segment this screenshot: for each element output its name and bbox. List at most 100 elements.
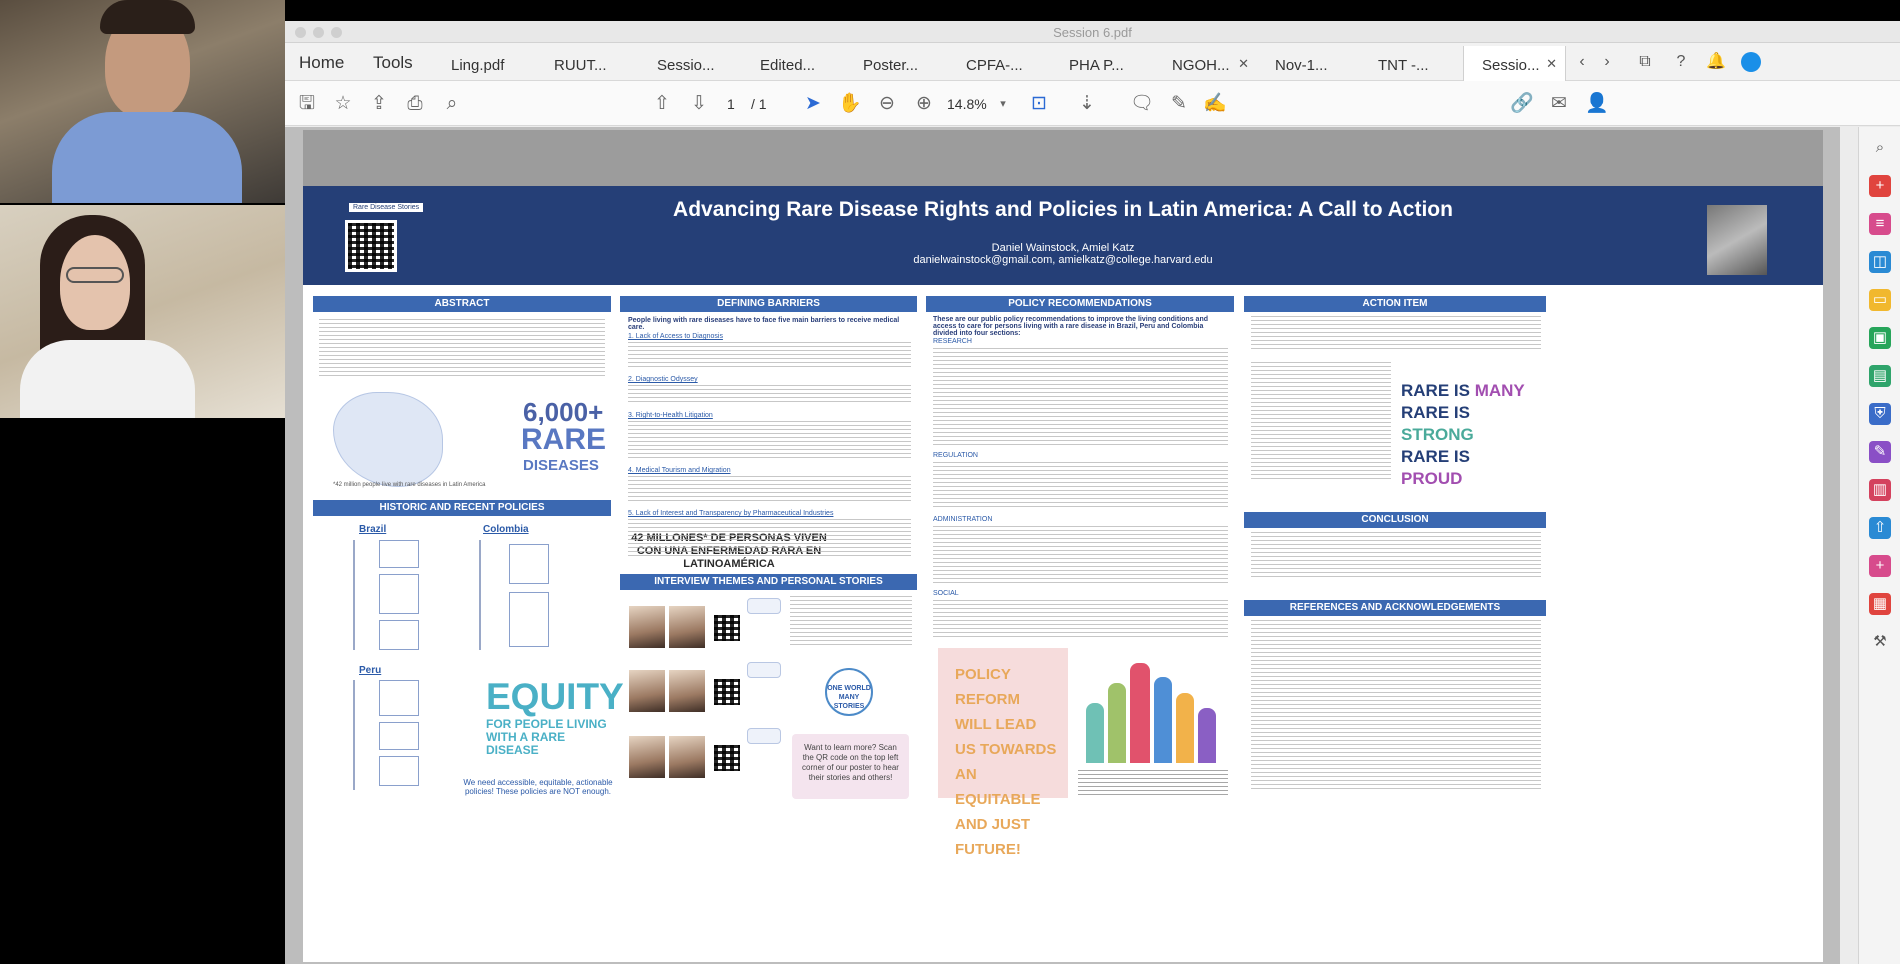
video-tile-participant-2[interactable] — [0, 205, 285, 418]
header-photo — [1707, 205, 1767, 275]
customize-tools-icon[interactable]: ⚒ — [1869, 631, 1891, 653]
bell-icon[interactable]: 🔔 — [1706, 52, 1726, 72]
tab-ling[interactable]: Ling.pdf — [433, 46, 536, 81]
edit-pdf-icon[interactable]: ≡ — [1869, 213, 1891, 235]
rare-word: RARE — [521, 423, 607, 456]
equity-word: EQUITY — [486, 676, 624, 717]
section-barriers: DEFINING BARRIERS — [620, 296, 917, 312]
barrier-2: 2. Diagnostic Odyssey — [628, 376, 698, 383]
story-qr-code[interactable] — [711, 742, 743, 774]
tab-nov[interactable]: Nov-1... — [1257, 46, 1360, 81]
save-icon[interactable]: 🖫 — [295, 92, 319, 116]
help-icon[interactable]: ? — [1671, 52, 1691, 72]
barriers-intro: People living with rare diseases have to… — [628, 317, 900, 331]
policy-card-text: POLICY REFORM WILL LEAD US TOWARDS AN EQ… — [955, 666, 1057, 858]
barrier-1-text — [628, 342, 911, 370]
tab-edited[interactable]: Edited... — [742, 46, 845, 81]
account-icon[interactable]: 👤 — [1585, 92, 1609, 116]
interviewee-photo — [669, 606, 705, 648]
select-arrow-icon[interactable]: ➤ — [801, 92, 825, 116]
pen-icon[interactable]: ✎ — [1167, 92, 1191, 116]
page-number-field[interactable]: 1 — [727, 96, 735, 112]
section-conclusion: CONCLUSION — [1244, 512, 1546, 528]
avatar[interactable] — [1741, 52, 1761, 72]
poster-top-margin — [303, 130, 1823, 186]
glasses-icon — [66, 267, 124, 283]
create-pdf-icon[interactable]: ◫ — [1869, 251, 1891, 273]
star-icon[interactable]: ☆ — [331, 92, 355, 116]
page-down-icon[interactable]: ⇩ — [687, 92, 711, 116]
video-tile-participant-1[interactable] — [0, 0, 285, 203]
speech-bubble — [747, 662, 781, 678]
tab-ruut[interactable]: RUUT... — [536, 46, 639, 81]
chevron-down-icon[interactable]: ▾ — [991, 92, 1015, 116]
print-icon[interactable]: ⎙ — [403, 92, 427, 116]
zoom-in-icon[interactable]: ⊕ — [912, 92, 936, 116]
tab-session-active[interactable]: Sessio... ✕ — [1463, 46, 1566, 81]
timeline-box — [379, 620, 419, 650]
hand-icon[interactable]: ✋ — [838, 92, 862, 116]
timeline-box — [509, 592, 549, 647]
participant-shirt — [20, 340, 195, 418]
peru-timeline — [353, 680, 355, 790]
scan-icon[interactable]: ▥ — [1869, 479, 1891, 501]
toolbar: 🖫 ☆ ⇪ ⎙ ⌕ ⇧ ⇩ 1 / 1 ➤ ✋ ⊖ ⊕ 14.8% ▾ ⊡ ⇣ … — [285, 81, 1900, 126]
protect-icon[interactable]: ⛨ — [1869, 403, 1891, 425]
policy-admin: ADMINISTRATION — [933, 516, 993, 523]
comment-icon[interactable]: 🗨 — [1130, 92, 1154, 116]
equity-note: We need accessible, equitable, actionabl… — [463, 778, 613, 796]
section-abstract: ABSTRACT — [313, 296, 611, 312]
chevron-right-icon[interactable]: › — [1597, 52, 1617, 72]
combine-icon[interactable]: ▣ — [1869, 327, 1891, 349]
page-up-icon[interactable]: ⇧ — [650, 92, 674, 116]
home-link[interactable]: Home — [299, 53, 344, 73]
timeline-box — [509, 544, 549, 584]
mail-icon[interactable]: ✉ — [1547, 92, 1571, 116]
tab-session-a[interactable]: Sessio... — [639, 46, 742, 81]
zoom-level-field[interactable]: 14.8% — [947, 96, 987, 112]
tab-poster[interactable]: Poster... — [845, 46, 948, 81]
policy-research-text — [933, 348, 1228, 446]
story-qr-code[interactable] — [711, 612, 743, 644]
tab-pha[interactable]: PHA P... — [1051, 46, 1154, 81]
references-text — [1251, 620, 1541, 790]
qr-callout: Want to learn more? Scan the QR code on … — [792, 734, 909, 799]
tab-ngoh[interactable]: NGOH... ✕ — [1154, 46, 1257, 81]
comment-tool-icon[interactable]: ▭ — [1869, 289, 1891, 311]
country-peru: Peru — [359, 665, 382, 676]
title-bar: Session 6.pdf — [285, 21, 1900, 43]
export-pdf-icon[interactable]: + — [1869, 175, 1891, 197]
close-icon[interactable]: ✕ — [1238, 56, 1249, 72]
header-qr-code[interactable] — [345, 220, 397, 272]
tab-tnt[interactable]: TNT -... — [1360, 46, 1463, 81]
tools-link[interactable]: Tools — [373, 53, 413, 73]
one-world-logo: ONE WORLD MANY STORIES — [825, 668, 873, 716]
zoom-search-icon[interactable]: ⌕ — [440, 92, 464, 116]
timeline-box — [379, 540, 419, 568]
share-screen-icon[interactable]: ⧉ — [1635, 52, 1655, 72]
close-icon[interactable]: ✕ — [1546, 56, 1557, 72]
request-sign-icon[interactable]: + — [1869, 555, 1891, 577]
sign-icon[interactable]: ✍ — [1203, 92, 1227, 116]
zoom-tool-icon[interactable]: ⌕ — [1869, 137, 1891, 159]
zoom-out-icon[interactable]: ⊖ — [875, 92, 899, 116]
fill-sign-icon[interactable]: ✎ — [1869, 441, 1891, 463]
timeline-box — [379, 722, 419, 750]
scroll-mode-icon[interactable]: ⇣ — [1075, 92, 1099, 116]
interviewee-photo — [629, 736, 665, 778]
timeline-box — [379, 680, 419, 716]
chevron-left-icon[interactable]: ‹ — [1572, 52, 1592, 72]
section-policy: POLICY RECOMMENDATIONS — [926, 296, 1234, 312]
link-icon[interactable]: 🔗 — [1510, 92, 1534, 116]
tab-cpfa[interactable]: CPFA-... — [948, 46, 1051, 81]
poster-title: Advancing Rare Disease Rights and Polici… — [673, 198, 1453, 221]
fit-page-icon[interactable]: ⊡ — [1027, 92, 1051, 116]
document-canvas[interactable]: Rare Disease Stories Advancing Rare Dise… — [285, 127, 1840, 964]
action-steps — [1251, 362, 1391, 482]
compress-icon[interactable]: ▦ — [1869, 593, 1891, 615]
story-qr-code[interactable] — [711, 676, 743, 708]
upload-icon[interactable]: ⇪ — [367, 92, 391, 116]
send-icon[interactable]: ⇧ — [1869, 517, 1891, 539]
barrier-4-text — [628, 476, 911, 504]
organize-icon[interactable]: ▤ — [1869, 365, 1891, 387]
